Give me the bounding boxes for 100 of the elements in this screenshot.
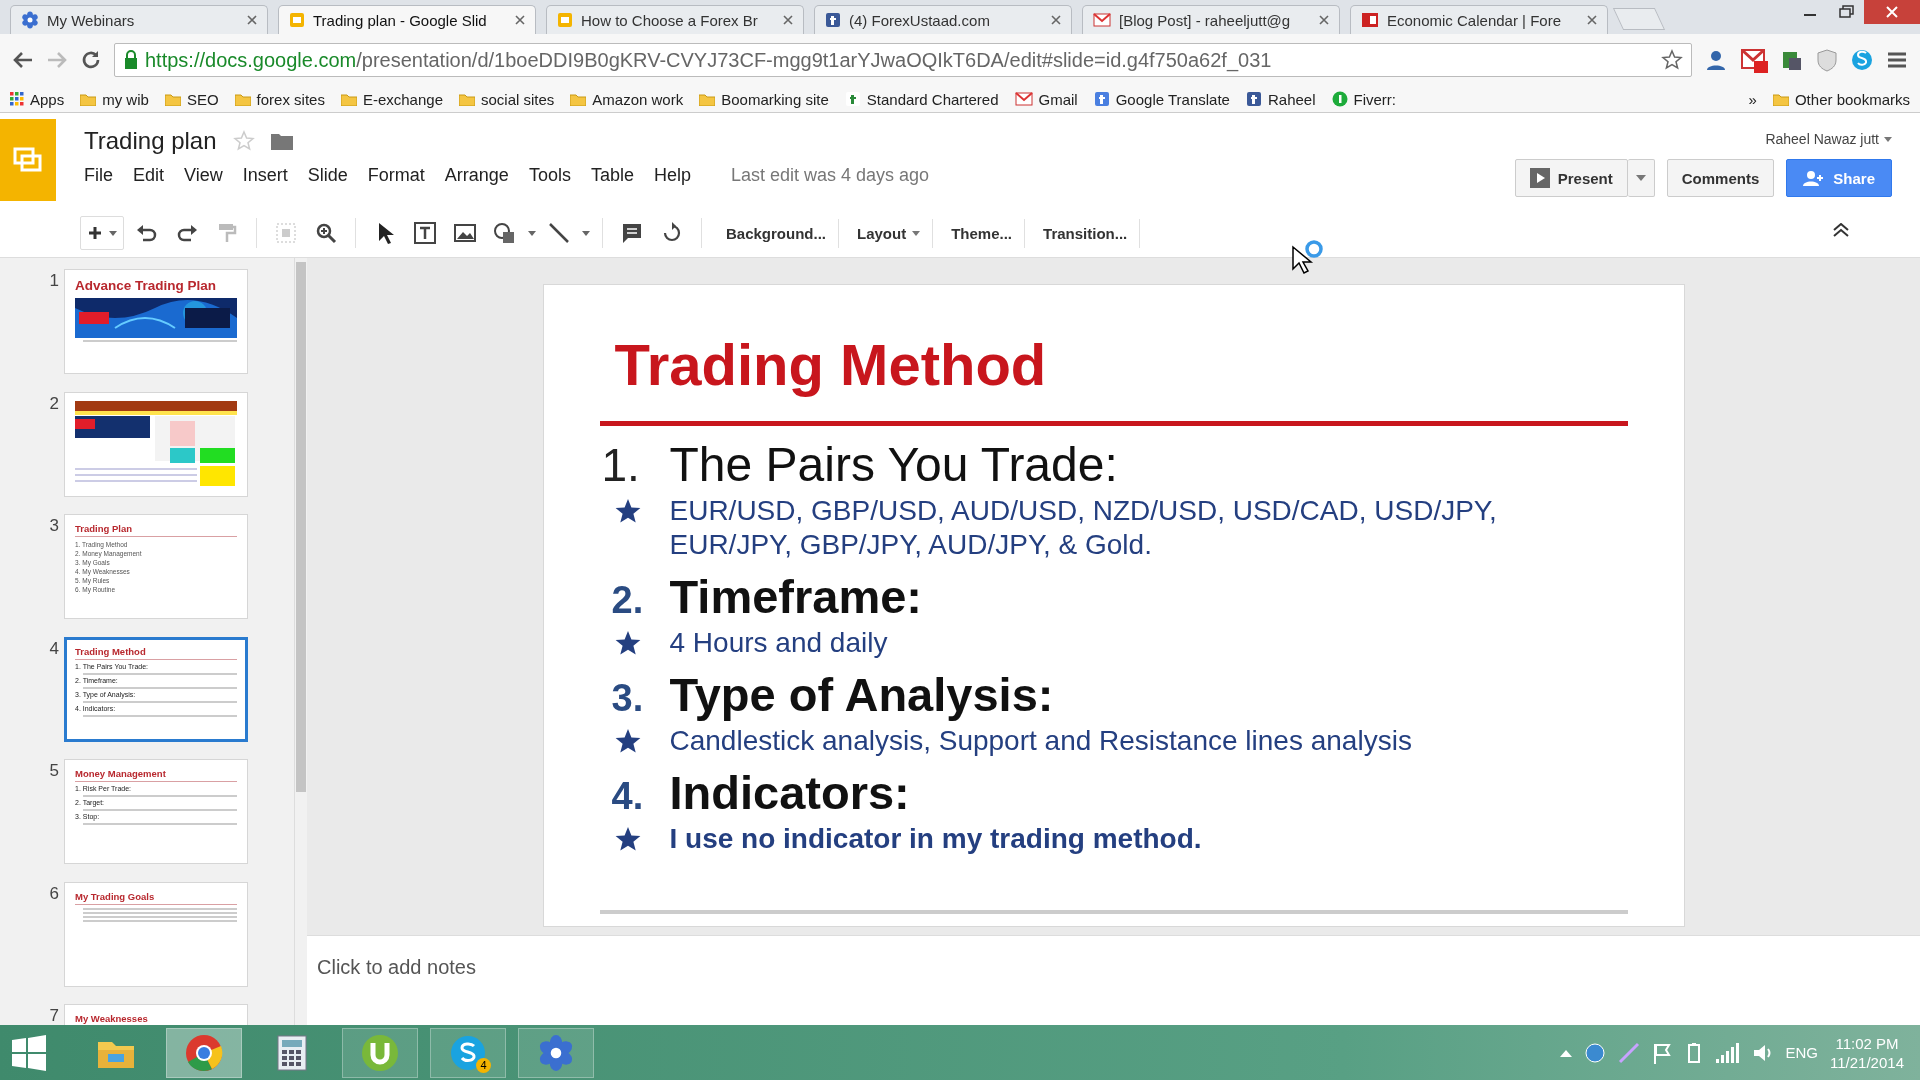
toolbar-button[interactable]: Transition... (1031, 218, 1141, 248)
bookmarks-overflow[interactable]: » (1748, 90, 1757, 108)
person-icon[interactable] (1704, 48, 1728, 72)
folder-icon (234, 92, 251, 106)
slide-thumbnail[interactable]: My Trading Goals (64, 881, 248, 987)
logo-icon[interactable] (1850, 48, 1874, 72)
bookmark[interactable]: forex sites (234, 90, 325, 108)
taskbar-app[interactable] (518, 1027, 594, 1078)
close-icon[interactable] (247, 15, 257, 25)
grid-icon[interactable] (10, 92, 24, 106)
bookmark[interactable]: Apps (10, 90, 65, 108)
slide-thumbnail[interactable] (64, 391, 248, 497)
toolbar-button[interactable]: Theme... (939, 218, 1026, 248)
slide-number: 6 (48, 883, 60, 904)
bookmark[interactable]: my wib (80, 90, 149, 108)
slides-icon (557, 12, 573, 28)
menu-item[interactable]: Insert (232, 163, 298, 188)
bookmark[interactable]: Fiverr: (1331, 90, 1396, 108)
close-icon[interactable] (1319, 15, 1329, 25)
slide-heading: Timeframe: (669, 569, 922, 625)
taskbar-app[interactable] (166, 1027, 242, 1078)
taskbar-app[interactable]: 4 (430, 1027, 506, 1078)
caret-icon[interactable] (528, 230, 536, 236)
slide-number: 1 (48, 271, 60, 291)
slides-icon (13, 147, 43, 173)
present-button[interactable]: Present (1514, 159, 1628, 197)
star-bullet-icon (613, 826, 642, 852)
taskbar-app[interactable] (342, 1027, 418, 1078)
notes-field[interactable]: Click to add notes (307, 935, 1920, 1025)
folder-icon (459, 92, 475, 106)
address-bar[interactable]: https://docs.google.com/presentation/d/1boeDDI9B0gKRV-CVYJ73CF-mgg9t1arYJwaOQIkT6DA/edit#slide=id.g4f750a62f_031 (114, 43, 1692, 77)
signal-icon[interactable] (1715, 1042, 1740, 1063)
caret-icon[interactable] (1559, 1048, 1572, 1057)
slide-number: 2 (48, 393, 60, 414)
bookmark[interactable]: Boomarking site (699, 90, 829, 108)
close-icon[interactable] (1051, 15, 1061, 25)
bookmark[interactable]: SEO (164, 90, 219, 108)
bookmark[interactable]: Gmail (1014, 90, 1078, 108)
menu-item[interactable]: File (28, 163, 123, 188)
slide-heading: Indicators: (669, 765, 910, 821)
menu-item[interactable]: Edit (123, 163, 175, 188)
reload-icon[interactable] (80, 49, 102, 71)
browser-icon (185, 1033, 223, 1072)
present-dropdown-button[interactable] (1627, 159, 1655, 197)
comments-button[interactable]: Comments (1666, 159, 1775, 197)
document-title[interactable]: Trading plan (84, 127, 217, 155)
browser-tab[interactable]: Trading plan - Google Slid (278, 5, 536, 34)
toolbar-button[interactable]: Layout (845, 218, 934, 248)
menu-item[interactable]: Help (643, 163, 701, 188)
star-icon[interactable] (1661, 49, 1683, 71)
menu-item[interactable]: Table (580, 163, 644, 188)
menu-item[interactable]: Format (357, 163, 435, 188)
caret-icon[interactable] (582, 230, 590, 236)
menu-item[interactable]: View (174, 163, 233, 188)
browser-tab[interactable]: (4) ForexUstaad.com (814, 5, 1072, 34)
thumbnail-title: Money Management (75, 768, 237, 782)
close-icon[interactable] (1587, 15, 1597, 25)
slide-title: Trading Method (613, 331, 1048, 399)
bullet-text: I use no indicator in my trading method. (669, 822, 1202, 856)
caret-icon[interactable] (109, 230, 117, 236)
bookmark[interactable]: social sites (459, 90, 555, 108)
slide-number: 7 (48, 1006, 60, 1025)
logo-icon (825, 12, 841, 28)
menu-item[interactable]: Slide (297, 163, 358, 188)
network-share-icon[interactable] (1583, 1041, 1606, 1064)
caret-icon (1884, 136, 1892, 142)
close-icon[interactable] (515, 15, 525, 25)
envelope-icon[interactable] (1740, 47, 1768, 73)
back-icon[interactable] (12, 50, 34, 70)
browser-tab[interactable]: [Blog Post] - raheeljutt@g (1082, 5, 1340, 34)
browser-tab[interactable]: My Webinars (10, 5, 268, 34)
menu-icon[interactable] (1886, 50, 1908, 70)
close-icon[interactable] (783, 15, 793, 25)
user-name[interactable]: Raheel Nawaz jutt (1765, 131, 1892, 147)
plus-icon[interactable] (87, 225, 103, 241)
menu-item[interactable]: Arrange (434, 163, 519, 188)
scrollbar-thumb[interactable] (296, 262, 306, 792)
bookmark[interactable]: Standard Chartered (844, 90, 999, 108)
folder-icon[interactable] (270, 132, 293, 150)
bookmark[interactable]: Amazon work (570, 90, 684, 108)
bookmark[interactable]: E-exchange (340, 90, 443, 108)
bookmark[interactable]: Google Translate (1093, 90, 1230, 108)
toolbar-button[interactable]: Background... (714, 218, 839, 248)
slide-thumbnail[interactable]: My Weaknesses (64, 1004, 248, 1025)
collapse-icon[interactable] (1832, 223, 1850, 237)
browser-tab[interactable]: Economic Calendar | Fore (1350, 5, 1608, 34)
start-icon[interactable] (10, 1033, 48, 1072)
list-number: 1. (600, 438, 641, 492)
browser-tab[interactable]: How to Choose a Forex Br (546, 5, 804, 34)
folder-icon (164, 92, 181, 106)
close-icon[interactable] (1864, 0, 1920, 24)
menu-item[interactable]: Tools (518, 163, 581, 188)
bookmark[interactable]: Raheel (1245, 90, 1316, 108)
flag-icon[interactable] (1651, 1041, 1672, 1064)
slide-thumbnail[interactable]: Advance Trading Plan (64, 269, 248, 374)
star-bullet-icon (613, 728, 642, 754)
thumbnail-title: Trading Plan (75, 523, 237, 537)
logo-icon (1361, 12, 1379, 28)
slide-canvas[interactable] (542, 284, 1685, 927)
bookmark[interactable]: Other bookmarks (1772, 90, 1910, 108)
